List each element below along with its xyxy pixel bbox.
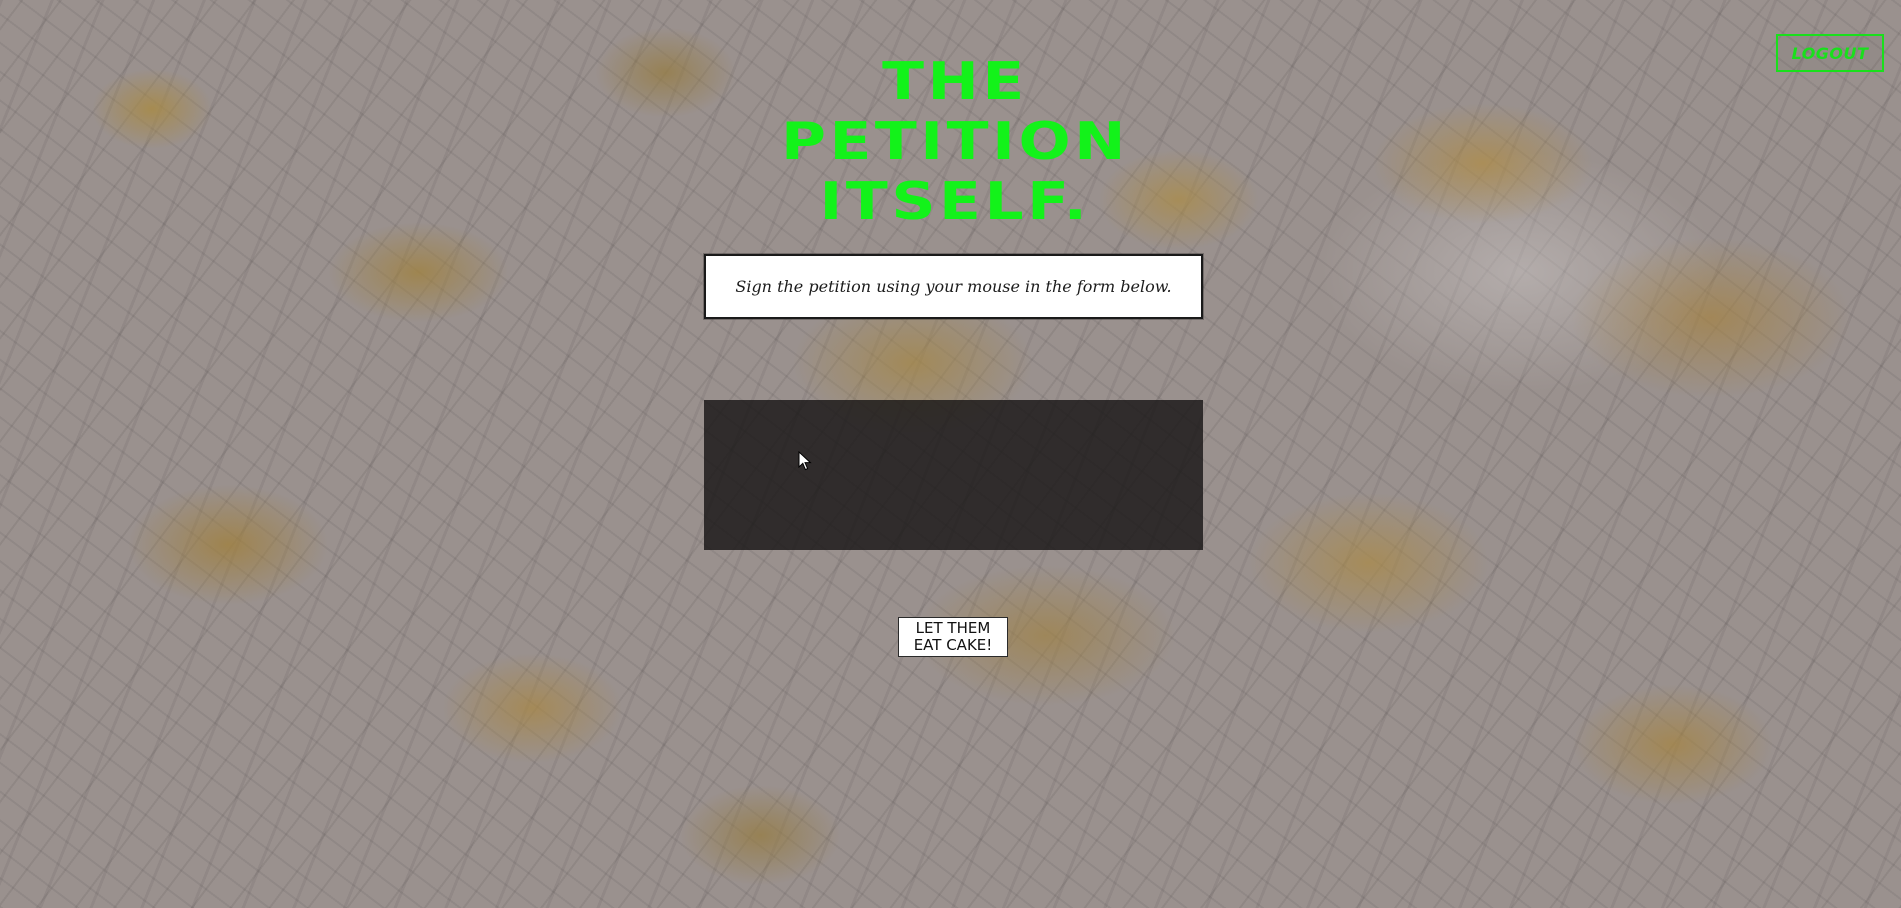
submit-label-line-2: EAT CAKE!	[913, 636, 993, 654]
logout-button[interactable]: LOGOUT	[1776, 34, 1884, 72]
title-line-1: THE	[882, 52, 1028, 112]
signature-canvas[interactable]	[704, 400, 1203, 550]
title-line-2: PETITION	[780, 112, 1130, 172]
title-line-3: ITSELF.	[819, 172, 1091, 232]
instruction-box: Sign the petition using your mouse in th…	[704, 254, 1203, 319]
page-title: THE PETITION ITSELF.	[654, 52, 1256, 232]
mouse-pointer-icon	[798, 451, 812, 471]
submit-signature-button[interactable]: LET THEM EAT CAKE!	[898, 617, 1008, 657]
instruction-text: Sign the petition using your mouse in th…	[735, 277, 1172, 296]
submit-label-line-1: LET THEM	[915, 619, 991, 637]
